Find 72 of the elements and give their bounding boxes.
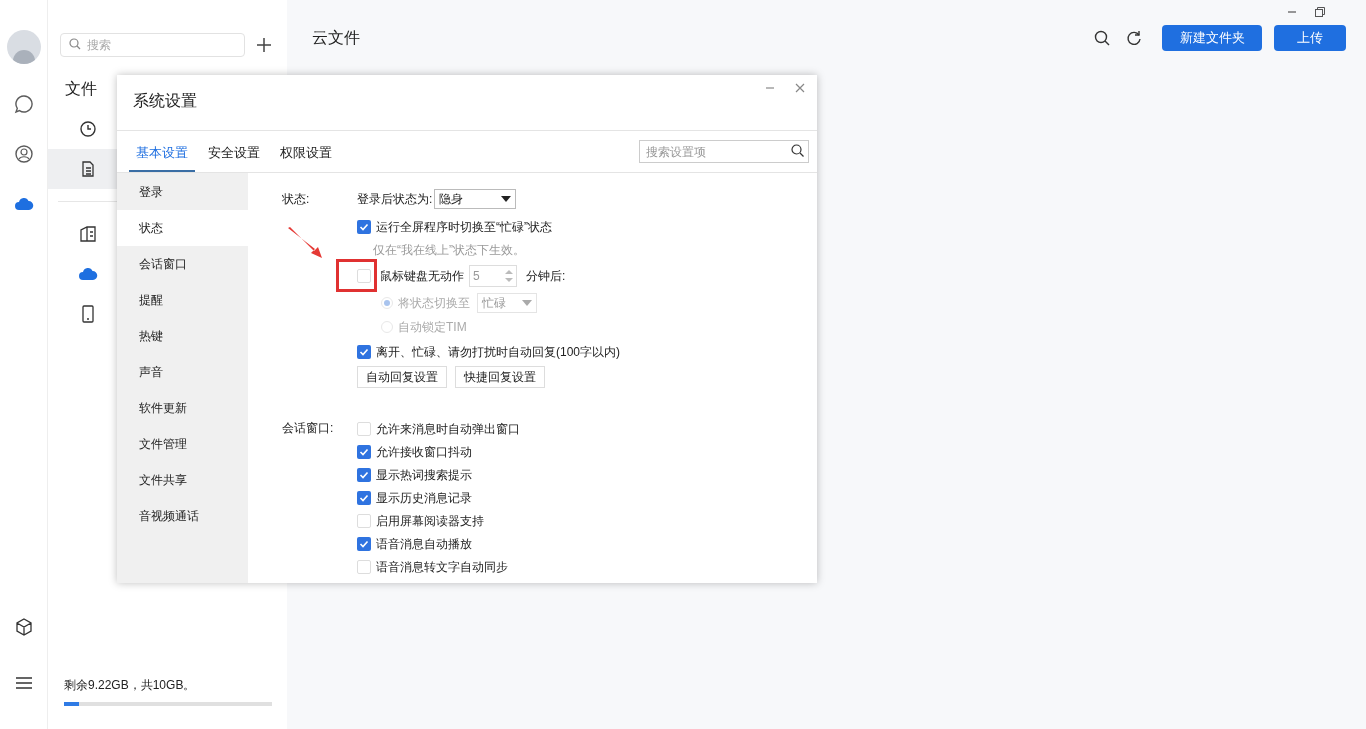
- radio-label: 自动锁定TIM: [398, 319, 467, 336]
- section-label: 会话窗口:: [282, 420, 335, 437]
- checkbox[interactable]: [357, 559, 371, 574]
- checkbox[interactable]: [357, 344, 371, 359]
- settings-nav-item[interactable]: 声音: [117, 354, 248, 390]
- hint-text: 仅在“我在线上”状态下生效。: [372, 242, 526, 259]
- settings-nav-item[interactable]: 文件管理: [117, 426, 248, 462]
- checkbox[interactable]: [357, 490, 371, 505]
- check-icon: [359, 446, 369, 457]
- tab[interactable]: 安全设置: [201, 142, 267, 172]
- search-icon: [791, 143, 804, 157]
- field-label: 登录后状态为:: [357, 191, 433, 208]
- status-dropdown[interactable]: 隐身: [434, 189, 517, 209]
- search-field[interactable]: 搜索: [60, 33, 245, 57]
- checkbox-label: 语音消息转文字自动同步: [376, 558, 508, 576]
- chat-bubble-icon[interactable]: [13, 94, 34, 114]
- section-title: 文件: [65, 79, 97, 99]
- restore-icon[interactable]: [1314, 6, 1326, 18]
- search-icon: [69, 38, 81, 50]
- building-icon: [78, 224, 98, 244]
- checkbox-label: 允许来消息时自动弹出窗口: [376, 420, 520, 438]
- checkbox[interactable]: [357, 444, 371, 459]
- section-label: 状态:: [282, 191, 311, 208]
- checkbox-label: 鼠标键盘无动作: [380, 268, 464, 285]
- search-icon[interactable]: [1094, 30, 1110, 46]
- radio-label: 将状态切换至: [398, 295, 470, 312]
- toolbar-button[interactable]: 新建文件夹: [1162, 25, 1262, 51]
- dialog-title: 系统设置: [133, 91, 197, 111]
- checkbox[interactable]: [357, 467, 371, 482]
- check-icon: [359, 538, 369, 549]
- settings-nav-item[interactable]: 文件共享: [117, 462, 248, 498]
- check-icon: [359, 469, 369, 480]
- person-circle-icon[interactable]: [13, 144, 34, 164]
- cube-icon[interactable]: [13, 617, 34, 637]
- checkbox[interactable]: [357, 269, 371, 283]
- settings-nav-item[interactable]: 登录: [117, 174, 248, 210]
- sidebar-item[interactable]: [48, 149, 117, 189]
- checkbox[interactable]: [357, 219, 371, 234]
- caret-icon: [501, 196, 512, 202]
- settings-nav-item[interactable]: 会话窗口: [117, 246, 248, 282]
- close-icon[interactable]: [795, 83, 805, 93]
- page-title: 云文件: [312, 28, 360, 48]
- checkbox[interactable]: [357, 536, 371, 551]
- settings-nav-item[interactable]: 热键: [117, 318, 248, 354]
- tab[interactable]: 权限设置: [273, 142, 339, 172]
- checkbox-label: 显示历史消息记录: [376, 489, 472, 507]
- field-label: 分钟后:: [526, 268, 566, 285]
- check-icon: [359, 221, 369, 232]
- clock-icon: [78, 119, 98, 139]
- settings-button[interactable]: 快捷回复设置: [455, 366, 545, 388]
- checkbox-label: 显示热词搜索提示: [376, 466, 472, 484]
- checkbox-label: 语音消息自动播放: [376, 535, 472, 553]
- checkbox-label: 运行全屏程序时切换至“忙碌”状态: [376, 218, 552, 236]
- settings-nav-item[interactable]: 状态: [117, 210, 248, 246]
- add-icon[interactable]: [257, 37, 271, 52]
- settings-nav-item[interactable]: 提醒: [117, 282, 248, 318]
- settings-nav-item[interactable]: 音视频通话: [117, 498, 248, 534]
- checkbox-label: 允许接收窗口抖动: [376, 443, 472, 461]
- check-icon: [359, 492, 369, 503]
- checkbox-label: 离开、忙碌、请勿打扰时自动回复(100字以内): [376, 343, 620, 361]
- check-icon: [359, 346, 369, 357]
- checkbox[interactable]: [357, 513, 371, 528]
- settings-search-field[interactable]: 搜索设置项: [639, 140, 809, 163]
- stepper-arrows-icon: [505, 269, 513, 283]
- settings-button[interactable]: 自动回复设置: [357, 366, 447, 388]
- checkbox[interactable]: [357, 421, 371, 436]
- settings-nav-item[interactable]: 软件更新: [117, 390, 248, 426]
- caret-icon: [522, 300, 532, 306]
- storage-text: 剩余9.22GB，共10GB。: [64, 677, 197, 694]
- toolbar-button[interactable]: 上传: [1274, 25, 1346, 51]
- refresh-icon[interactable]: [1126, 30, 1142, 46]
- checkbox-label: 启用屏幕阅读器支持: [376, 512, 484, 530]
